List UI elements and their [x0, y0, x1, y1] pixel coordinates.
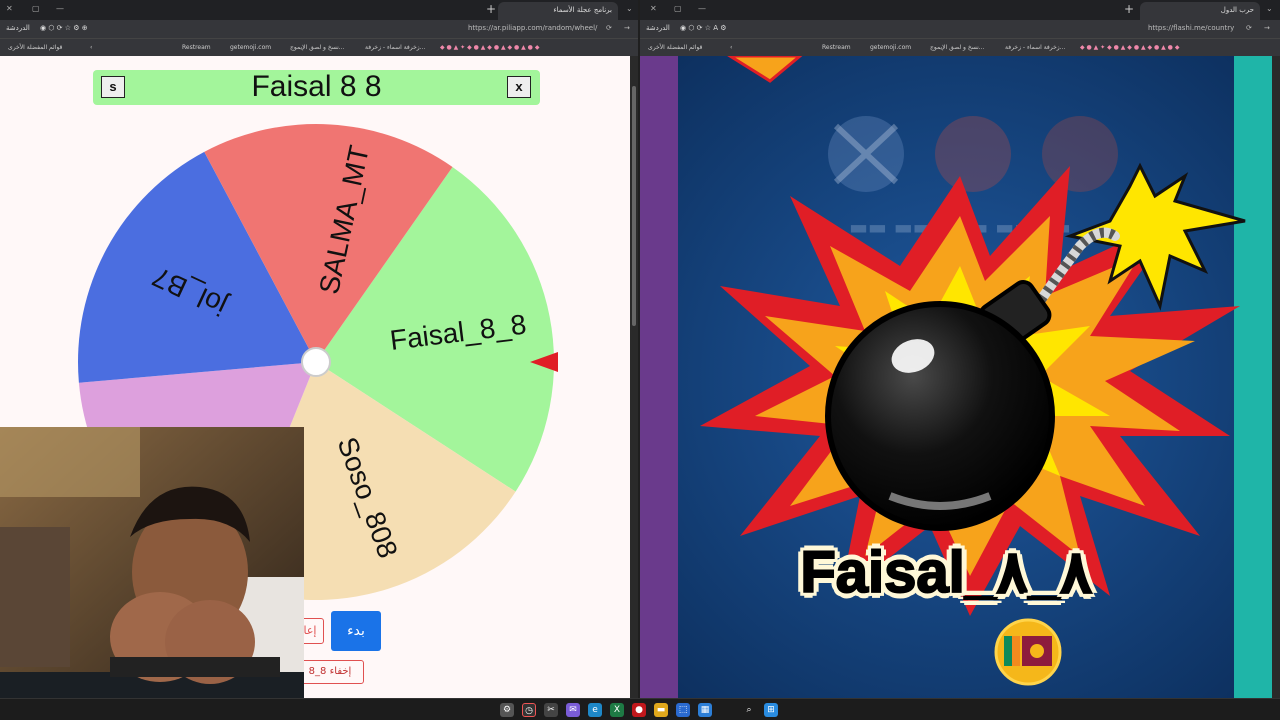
chevron-down-icon[interactable]: ⌄	[1266, 4, 1273, 13]
record-icon[interactable]: ●	[632, 703, 646, 717]
chevron-left-icon[interactable]: ‹	[730, 44, 732, 51]
screenshot-icon[interactable]: ✂	[544, 703, 558, 717]
chat-icon[interactable]: ✉	[566, 703, 580, 717]
flag-circle	[1042, 116, 1118, 192]
bookmark-item[interactable]: نسخ و لصق الإيموج...	[290, 44, 344, 51]
bookmark-item[interactable]: Restream	[822, 44, 851, 51]
url-text[interactable]: https://ar.piliapp.com/random/wheel/	[468, 24, 597, 32]
scrollbar[interactable]	[630, 56, 638, 698]
game-page: ▬▬ ▬▬▬▬▬ ▬▬▬▬ Faisal_٨_٨	[640, 56, 1280, 698]
minimize-icon[interactable]: —	[698, 4, 706, 13]
s-button[interactable]: s	[101, 76, 125, 98]
close-window-icon[interactable]: ✕	[6, 4, 13, 13]
left-browser-window: ✕ ▢ — + ✕ برنامج عجلة الأسماء ⌄ الدردشة …	[0, 0, 638, 698]
tab-title: حرب الدول	[1220, 6, 1254, 14]
address-bar[interactable]: الدردشة ◉ ⬡ ⟳ ☆ A ⚙ https://flashi.me/co…	[640, 20, 1280, 38]
bookmark-item[interactable]: زخرفة اسماء - زخرفة...	[365, 44, 425, 51]
taskbar: ⚙ ◷ ✂ ✉ e X ● ▬ ⬚ ▦ ⌕ ⊞	[0, 698, 1280, 720]
result-name: Faisal 8 8	[251, 70, 382, 103]
flag-circle	[935, 116, 1011, 192]
maximize-icon[interactable]: ▢	[674, 4, 682, 13]
chevron-down-icon[interactable]: ⌄	[626, 4, 633, 13]
bookmarks-bar: قوائم المفضلة الأخرى ‹ Restream getemoji…	[640, 38, 1280, 56]
hide-button[interactable]: إخفاء 8_8	[296, 660, 364, 684]
back-icon[interactable]: →	[1264, 24, 1270, 32]
result-bar: Faisal 8 8 s x	[93, 70, 540, 105]
profile-label[interactable]: الدردشة	[6, 24, 30, 32]
address-bar[interactable]: الدردشة ◉ ⬡ ⟳ ☆ ⚙ ⊕ https://ar.piliapp.c…	[0, 20, 638, 38]
webcam-video	[0, 427, 304, 698]
new-tab-button[interactable]: +	[486, 2, 496, 16]
new-tab-button[interactable]: +	[1124, 2, 1134, 16]
tab-bar: ✕ ▢ — + ✕ برنامج عجلة الأسماء ⌄	[0, 0, 638, 20]
bomb-icon	[825, 301, 1055, 531]
calendar-icon[interactable]: ▦	[698, 703, 712, 717]
back-icon[interactable]: →	[624, 24, 630, 32]
bookmark-item[interactable]: نسخ و لصق الإيموج...	[930, 44, 984, 51]
folder-icon[interactable]: ▬	[654, 703, 668, 717]
wheel-page: Faisal_8_8 Soso_808 jol_B7 SALMA_MT Faisal …	[0, 56, 638, 698]
reload-icon[interactable]: ⟳	[1246, 24, 1252, 32]
chevron-left-icon[interactable]: ‹	[90, 44, 92, 51]
close-window-icon[interactable]: ✕	[650, 4, 657, 13]
bookmarks-folder[interactable]: قوائم المفضلة الأخرى	[8, 44, 62, 51]
bookmark-icons[interactable]: ◆ ● ▲ ✦ ◆ ● ▲ ◆ ● ▲ ◆ ● ▲ ● ◆	[1080, 44, 1179, 51]
extensions-icon[interactable]: ◉ ⬡ ⟳ ☆ A ⚙	[680, 24, 727, 32]
maximize-icon[interactable]: ▢	[32, 4, 40, 13]
url-text[interactable]: https://flashi.me/country	[1148, 24, 1234, 32]
minimize-icon[interactable]: —	[56, 4, 64, 13]
start-button[interactable]: بدء	[331, 611, 381, 651]
bookmark-item[interactable]: getemoji.com	[870, 44, 911, 51]
edge-icon[interactable]: e	[588, 703, 602, 717]
reload-icon[interactable]: ⟳	[606, 24, 612, 32]
bookmark-item[interactable]: Restream	[182, 44, 211, 51]
excel-icon[interactable]: X	[610, 703, 624, 717]
wheel-hub	[301, 347, 331, 377]
scrollbar[interactable]	[1272, 56, 1280, 698]
windows-icon[interactable]: ⊞	[764, 703, 778, 717]
settings-icon[interactable]: ⚙	[500, 703, 514, 717]
player-name: Faisal_٨_٨	[799, 539, 1092, 606]
profile-label[interactable]: الدردشة	[646, 24, 670, 32]
tab-active[interactable]: حرب الدول	[1140, 2, 1260, 20]
extensions-icon[interactable]: ◉ ⬡ ⟳ ☆ ⚙ ⊕	[40, 24, 88, 32]
left-edge-panel	[640, 56, 678, 698]
bookmark-item[interactable]: getemoji.com	[230, 44, 271, 51]
right-browser-window: ✕ ▢ — + ✕ حرب الدول ⌄ الدردشة ◉ ⬡ ⟳ ☆ A …	[640, 0, 1280, 698]
tab-title: برنامج عجلة الأسماء	[553, 6, 612, 14]
search-icon[interactable]: ⌕	[742, 703, 756, 717]
clock-icon[interactable]: ◷	[522, 703, 536, 717]
bookmark-icons[interactable]: ◆ ● ▲ ✦ ◆ ● ▲ ◆ ● ▲ ◆ ● ▲ ● ◆	[440, 44, 539, 51]
right-edge-panel	[1234, 56, 1272, 698]
store-icon[interactable]: ⬚	[676, 703, 690, 717]
tab-bar: ✕ ▢ — + ✕ حرب الدول ⌄	[640, 0, 1280, 20]
bookmark-item[interactable]: زخرفة اسماء - زخرفة...	[1005, 44, 1065, 51]
close-button[interactable]: x	[507, 76, 531, 98]
bookmarks-bar: قوائم المفضلة الأخرى ‹ Restream getemoji…	[0, 38, 638, 56]
tab-active[interactable]: برنامج عجلة الأسماء	[498, 2, 618, 20]
bookmarks-folder[interactable]: قوائم المفضلة الأخرى	[648, 44, 702, 51]
scrollbar-thumb[interactable]	[632, 86, 636, 326]
